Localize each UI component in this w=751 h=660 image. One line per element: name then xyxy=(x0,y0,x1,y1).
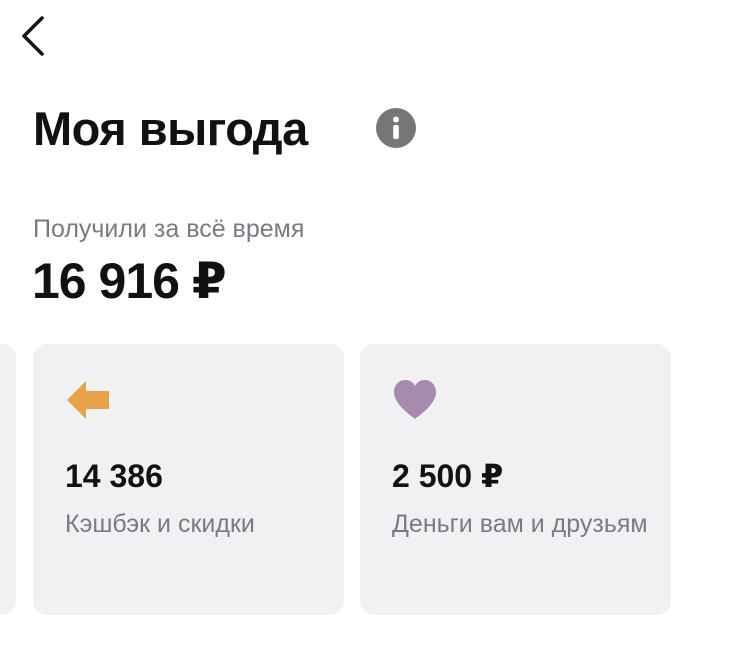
arrow-left-icon xyxy=(67,381,109,419)
money-friends-card[interactable]: 2 500 ₽ Деньги вам и друзьям xyxy=(360,344,671,615)
info-button[interactable] xyxy=(376,108,416,148)
back-button[interactable] xyxy=(18,12,58,60)
cashback-caption: Кэшбэк и скидки xyxy=(65,510,255,538)
heart-icon xyxy=(394,380,436,419)
info-icon xyxy=(393,116,399,139)
cashback-card[interactable]: 14 386 Кэшбэк и скидки xyxy=(33,344,344,615)
chevron-left-icon xyxy=(22,16,44,56)
page-title: Моя выгода xyxy=(33,102,308,155)
money-friends-value: 2 500 ₽ xyxy=(392,458,504,494)
summary-amount: 16 916 ₽ xyxy=(32,253,227,309)
previous-card-peek[interactable] xyxy=(0,344,16,615)
money-friends-caption: Деньги вам и друзьям xyxy=(392,510,648,538)
cashback-value: 14 386 xyxy=(65,458,163,494)
summary-label: Получили за всё время xyxy=(33,215,305,243)
title-row: Моя выгода xyxy=(33,98,308,160)
